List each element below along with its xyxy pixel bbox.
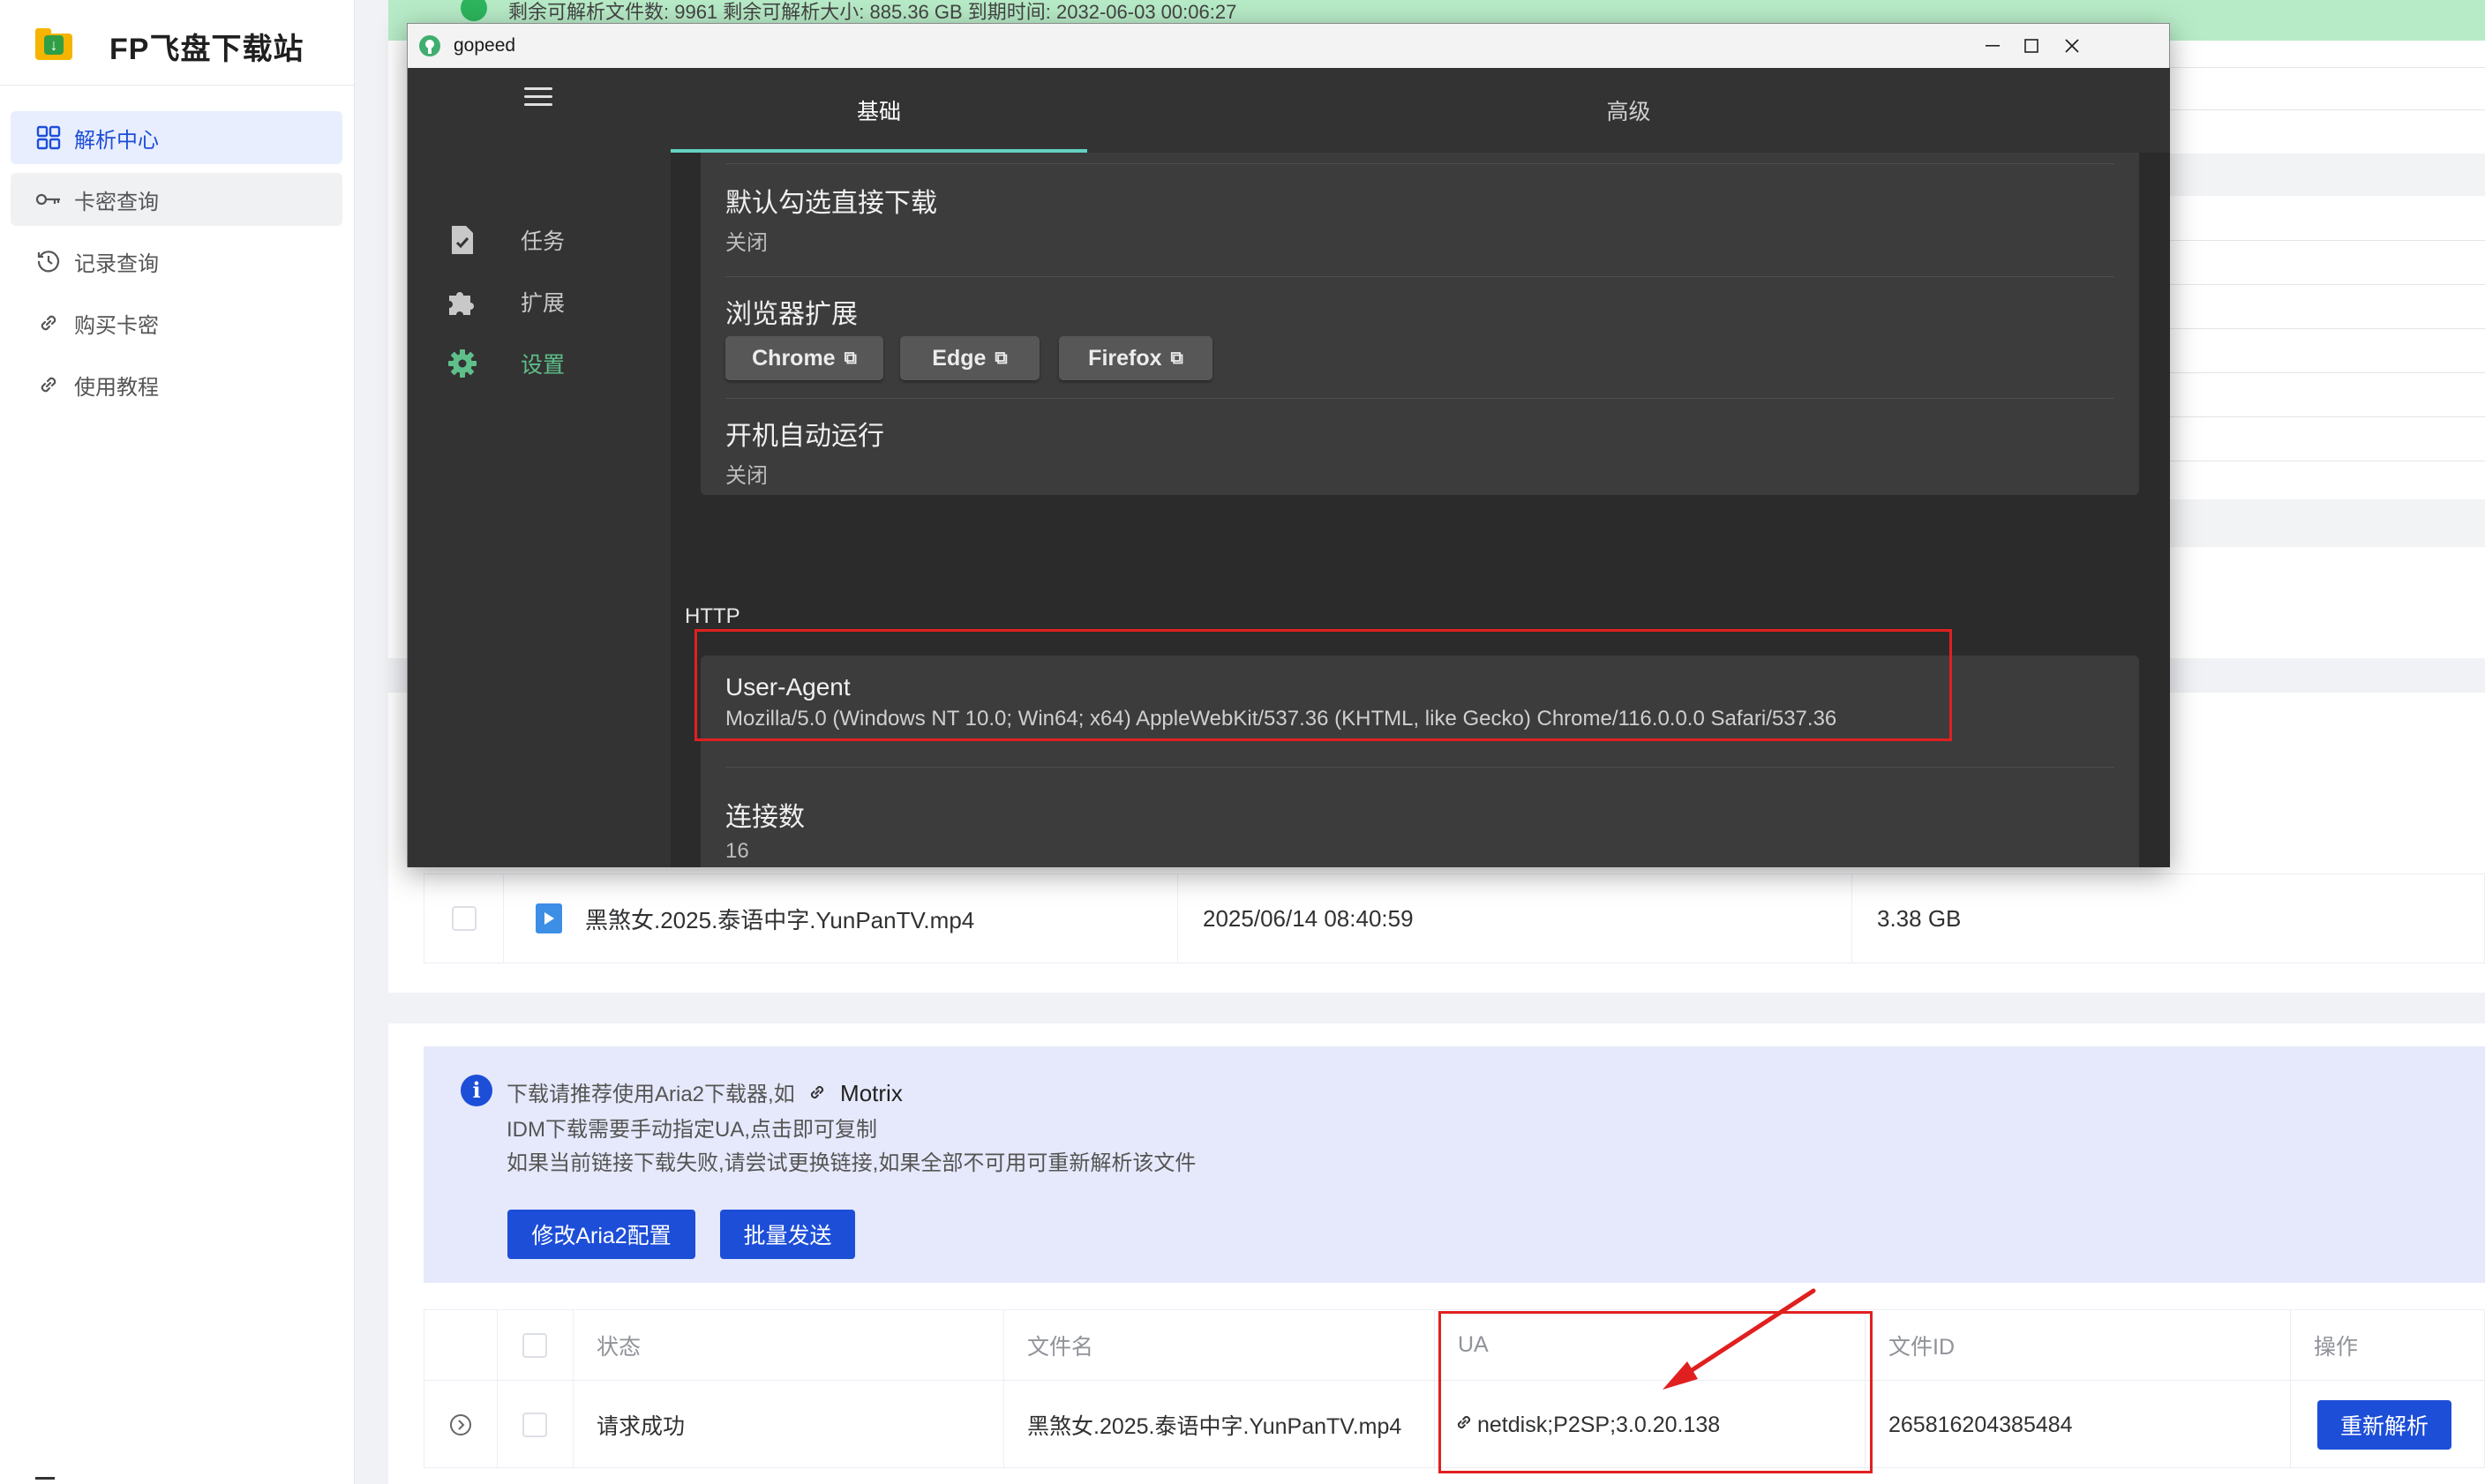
sidebar-item-label: 解析中心 xyxy=(74,128,159,153)
sidebar-item-parse-center[interactable]: 解析中心 xyxy=(11,111,342,164)
filename-cell: 黑煞女.2025.泰语中字.YunPanTV.mp4 xyxy=(1004,1381,1435,1469)
col-status: 状态 xyxy=(574,1310,1004,1380)
file-row[interactable]: 黑煞女.2025.泰语中字.YunPanTV.mp4 2025/06/14 08… xyxy=(424,873,2485,963)
red-arrow-annotation xyxy=(1663,1288,1816,1390)
folder-download-icon: ↓ xyxy=(32,28,74,64)
settings-content: 默认勾选直接下载 关闭 浏览器扩展 Chrome ⧉ Edge ⧉ Firefox ⧉… xyxy=(671,153,2170,867)
gear-icon xyxy=(443,344,482,383)
collapse-icon[interactable] xyxy=(35,1477,55,1480)
setting-autostart[interactable]: 开机自动运行 关闭 xyxy=(725,414,884,489)
site-title: FP飞盘下载站 xyxy=(109,32,304,66)
motrix-link[interactable]: Motrix xyxy=(840,1080,903,1106)
rail-label: 任务 xyxy=(521,229,566,254)
edge-extension-button[interactable]: Edge ⧉ xyxy=(900,336,1040,380)
status-cell: 请求成功 xyxy=(574,1381,1004,1469)
key-icon xyxy=(34,184,64,214)
puzzle-icon xyxy=(443,282,482,321)
hamburger-menu-icon[interactable] xyxy=(524,87,552,111)
gopeed-logo-icon xyxy=(419,35,440,56)
rail-item-extensions[interactable]: 扩展 xyxy=(443,280,565,324)
file-id-cell: 265816204385484 xyxy=(1866,1381,2291,1469)
rail-label: 设置 xyxy=(521,353,566,378)
reparse-button[interactable]: 重新解析 xyxy=(2317,1400,2451,1450)
file-name: 黑煞女.2025.泰语中字.YunPanTV.mp4 xyxy=(585,906,975,933)
window-title: gopeed xyxy=(454,35,516,56)
link-icon xyxy=(807,1083,827,1108)
history-icon xyxy=(34,246,64,276)
sidebar: ↓ FP飞盘下载站 解析中心 卡密查询 记录查询 购买卡密 使用教程 xyxy=(0,0,355,1484)
setting-connections[interactable]: 连接数 16 xyxy=(725,795,805,864)
user-agent-highlight-box xyxy=(694,629,1952,741)
chrome-extension-button[interactable]: Chrome ⧉ xyxy=(725,336,883,380)
expand-chevron-icon[interactable] xyxy=(424,1381,498,1469)
sidebar-item-record-query[interactable]: 记录查询 xyxy=(11,235,342,288)
title-bar[interactable]: gopeed xyxy=(408,24,2169,68)
firefox-extension-button[interactable]: Firefox ⧉ xyxy=(1059,336,1212,380)
info-icon: i xyxy=(461,1075,492,1106)
divider xyxy=(0,85,355,86)
file-name-cell: 黑煞女.2025.泰语中字.YunPanTV.mp4 xyxy=(504,874,1178,963)
sidebar-item-label: 使用教程 xyxy=(74,375,159,400)
http-section-label: HTTP xyxy=(685,604,740,628)
row-select[interactable] xyxy=(424,874,504,963)
file-size: 3.38 GB xyxy=(1877,904,1962,932)
tab-advanced[interactable]: 高级 xyxy=(1087,68,2170,153)
sidebar-item-label: 卡密查询 xyxy=(74,190,159,214)
gopeed-window: gopeed 任务 扩展 设置 基础 高级 默认勾选直接下载 关闭 浏览器扩展 … xyxy=(407,23,2170,867)
info-line-2: IDM下载需要手动指定UA,点击即可复制 xyxy=(507,1118,877,1142)
edit-aria2-config-button[interactable]: 修改Aria2配置 xyxy=(507,1210,695,1259)
col-filename: 文件名 xyxy=(1004,1310,1435,1380)
settings-tabs: 基础 高级 xyxy=(671,68,2170,153)
external-link-icon: ⧉ xyxy=(1170,348,1183,368)
nav-rail: 任务 扩展 设置 xyxy=(408,68,671,867)
task-file-icon xyxy=(443,221,482,259)
rail-item-tasks[interactable]: 任务 xyxy=(443,218,565,262)
sidebar-item-label: 购买卡密 xyxy=(74,313,159,338)
rail-item-settings[interactable]: 设置 xyxy=(443,341,565,386)
select-all-checkbox[interactable] xyxy=(522,1332,547,1358)
setting-browser-extension: 浏览器扩展 Chrome ⧉ Edge ⧉ Firefox ⧉ xyxy=(725,292,1255,386)
link-icon xyxy=(34,370,64,400)
site-logo[interactable]: ↓ FP飞盘下载站 xyxy=(32,19,304,72)
quota-text: 剩余可解析文件数: 9961 剩余可解析大小: 885.36 GB 到期时间: … xyxy=(508,1,1237,23)
tab-basic[interactable]: 基础 xyxy=(671,68,1087,153)
col-action: 操作 xyxy=(2314,1334,2359,1360)
sidebar-item-buy-card[interactable]: 购买卡密 xyxy=(11,296,342,349)
link-icon xyxy=(34,308,64,338)
setting-default-direct-download[interactable]: 默认勾选直接下载 关闭 xyxy=(725,181,937,256)
batch-send-button[interactable]: 批量发送 xyxy=(720,1210,855,1259)
checkbox[interactable] xyxy=(451,906,477,931)
external-link-icon: ⧉ xyxy=(995,348,1008,368)
checkbox[interactable] xyxy=(522,1413,547,1437)
info-line-3: 如果当前链接下载失败,请尝试更换链接,如果全部不可用可重新解析该文件 xyxy=(507,1151,1197,1175)
general-settings-panel: 默认勾选直接下载 关闭 浏览器扩展 Chrome ⧉ Edge ⧉ Firefox ⧉… xyxy=(701,153,2139,495)
check-circle-icon xyxy=(461,0,487,21)
external-link-icon: ⧉ xyxy=(844,348,857,368)
sidebar-item-label: 记录查询 xyxy=(74,251,159,276)
grid-icon xyxy=(34,123,64,153)
sidebar-item-tutorial[interactable]: 使用教程 xyxy=(11,358,342,411)
video-file-icon xyxy=(536,903,562,933)
rail-label: 扩展 xyxy=(521,291,566,316)
close-icon[interactable] xyxy=(2037,24,2107,68)
file-date: 2025/06/14 08:40:59 xyxy=(1178,874,1852,963)
sidebar-nav: 解析中心 卡密查询 记录查询 购买卡密 使用教程 xyxy=(11,111,342,420)
col-file-id: 文件ID xyxy=(1866,1310,2291,1380)
info-line-1: 下载请推荐使用Aria2下载器,如 Motrix xyxy=(507,1076,903,1108)
sidebar-item-card-query[interactable]: 卡密查询 xyxy=(11,173,342,226)
